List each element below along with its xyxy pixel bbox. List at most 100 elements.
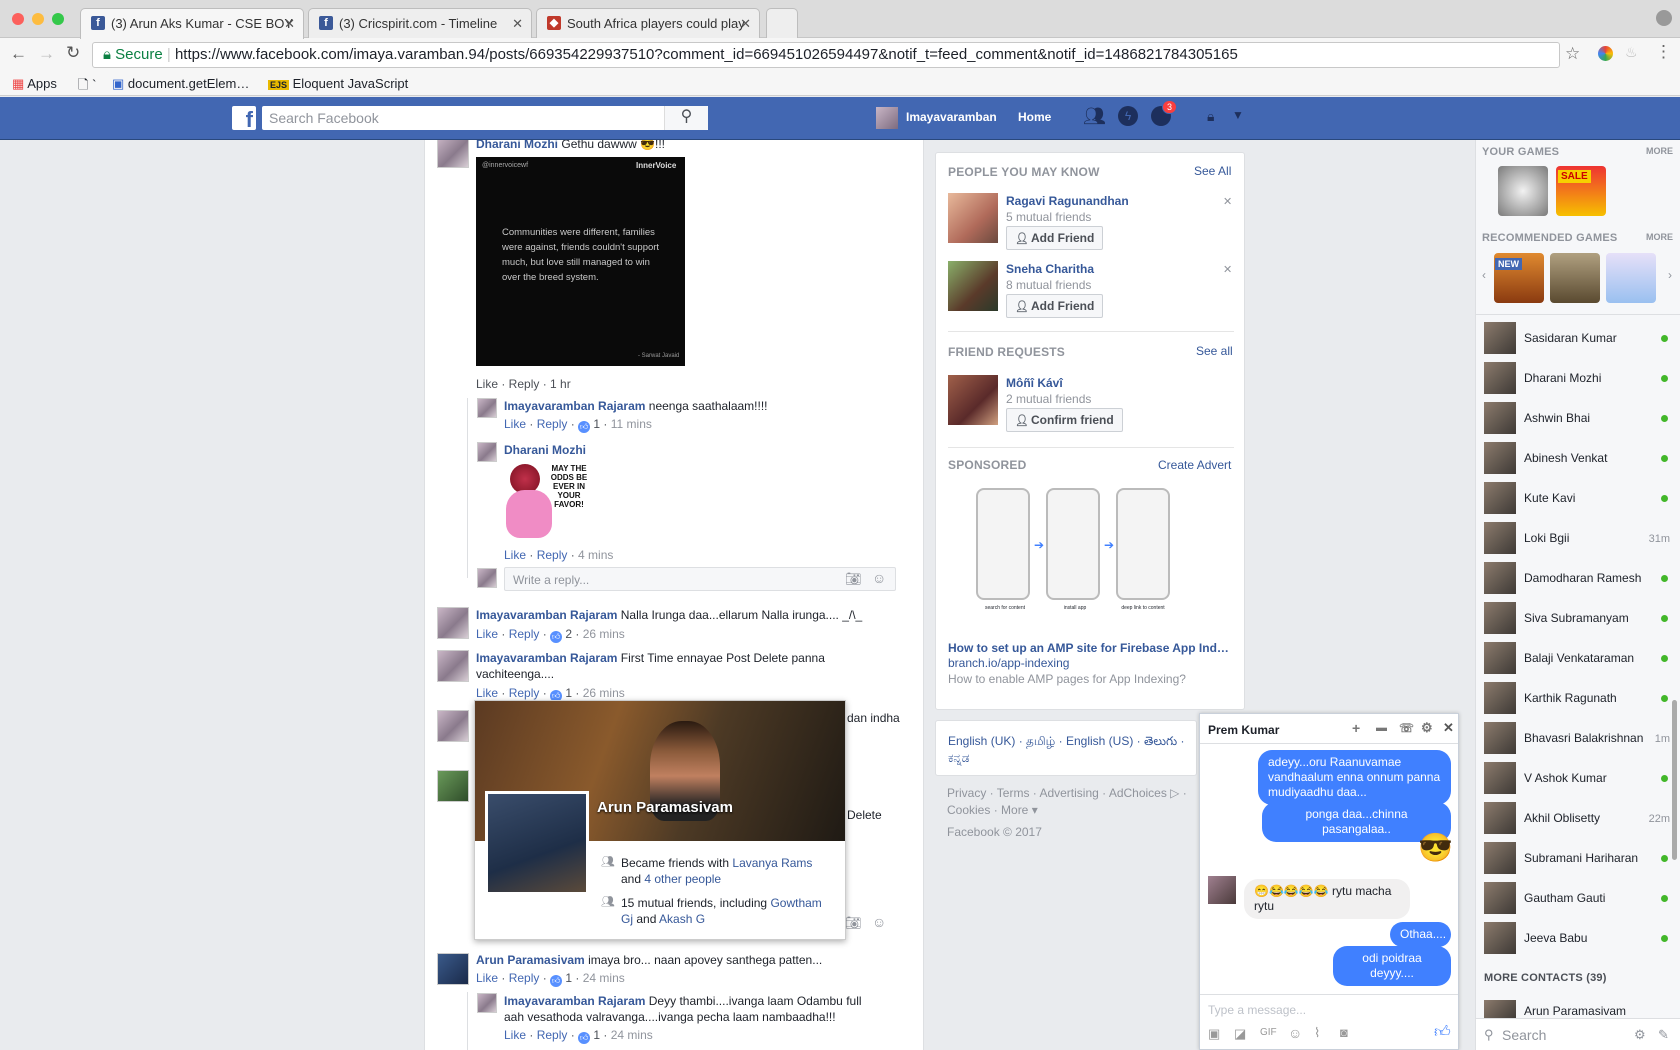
back-icon[interactable]: ← xyxy=(10,44,27,64)
contact-item[interactable]: Damodharan Ramesh xyxy=(1484,562,1674,596)
more-recommended-link[interactable]: MORE xyxy=(1646,232,1673,242)
sponsored-image[interactable]: ➔ ➔ search for content install app deep … xyxy=(948,478,1234,638)
reply-link[interactable]: Reply xyxy=(537,417,568,431)
photo-icon[interactable]: ▣ xyxy=(1208,1026,1220,1042)
pymk-see-all-link[interactable]: See All xyxy=(1194,164,1231,178)
chevron-left-icon[interactable]: ‹ xyxy=(1482,268,1486,282)
minimize-window-button[interactable] xyxy=(32,13,44,25)
avatar[interactable] xyxy=(876,107,898,129)
comment-author[interactable]: Dharani Mozhi xyxy=(504,443,586,457)
comment-author[interactable]: Imayavaramban Rajaram xyxy=(504,994,645,1008)
menu-icon[interactable]: ⋮ xyxy=(1655,42,1672,62)
contact-item[interactable]: Balaji Venkataraman xyxy=(1484,642,1674,676)
contact-item[interactable]: Dharani Mozhi xyxy=(1484,362,1674,396)
attachment-icon[interactable]: ⌇ xyxy=(1314,1025,1320,1041)
bookmark-eloquent-js[interactable]: EJS Eloquent JavaScript xyxy=(268,76,408,91)
comment-author[interactable]: Dharani Mozhi xyxy=(476,140,558,151)
bookmark-apps[interactable]: ▦ Apps xyxy=(12,76,57,92)
profile-picture[interactable] xyxy=(485,791,589,895)
friend-requests-see-all-link[interactable]: See all xyxy=(1196,344,1233,358)
ad-headline[interactable]: How to set up an AMP site for Firebase A… xyxy=(948,641,1229,655)
comment-author[interactable]: Imayavaramban Rajaram xyxy=(504,399,645,413)
camera-icon[interactable]: 📷︎ xyxy=(845,571,862,587)
home-link[interactable]: Home xyxy=(1018,110,1051,124)
more-games-link[interactable]: MORE xyxy=(1646,146,1673,156)
contact-item[interactable]: Gautham Gauti xyxy=(1484,882,1674,916)
gear-icon[interactable]: ⚙ xyxy=(1634,1027,1646,1043)
close-tab-icon[interactable]: ✕ xyxy=(284,16,295,32)
emoji-icon[interactable]: ☺ xyxy=(872,914,886,930)
search-input[interactable]: Search Facebook xyxy=(262,106,708,130)
profile-icon[interactable] xyxy=(1656,10,1672,26)
like-link[interactable]: Like xyxy=(504,1028,526,1042)
like-link[interactable]: Like xyxy=(476,627,498,641)
contact-item[interactable]: Akhil Oblisetty 22m xyxy=(1484,802,1674,836)
sidebar-search-input[interactable]: Search xyxy=(1502,1027,1546,1043)
video-icon[interactable]: ▬ xyxy=(1376,722,1387,734)
reply-link[interactable]: Reply xyxy=(509,971,540,985)
avatar[interactable] xyxy=(948,261,998,311)
extension-icon-2[interactable]: ♨ xyxy=(1625,44,1638,61)
request-name[interactable]: Môñî Kávî xyxy=(1006,376,1063,390)
reply-input[interactable]: Write a reply... xyxy=(504,567,896,591)
add-icon[interactable]: + xyxy=(1352,720,1360,736)
scrollbar[interactable] xyxy=(1672,700,1677,860)
friend-requests-icon[interactable]: 👥︎ xyxy=(1083,106,1106,127)
emoji-icon[interactable]: ☺ xyxy=(1288,1025,1302,1041)
confirm-friend-button[interactable]: 👤︎ Confirm friend xyxy=(1006,408,1123,432)
like-link[interactable]: Like xyxy=(504,417,526,431)
close-icon[interactable]: ✕ xyxy=(1443,720,1454,736)
gif-icon[interactable]: GIF xyxy=(1260,1027,1277,1038)
contact-item[interactable]: Subramani Hariharan xyxy=(1484,842,1674,876)
reply-link[interactable]: Reply xyxy=(509,686,540,700)
contact-item[interactable]: Bhavasri Balakrishnan 1m xyxy=(1484,722,1674,756)
contact-item[interactable]: Jeeva Babu xyxy=(1484,922,1674,956)
contact-item[interactable]: Karthik Ragunath xyxy=(1484,682,1674,716)
avatar[interactable] xyxy=(948,193,998,243)
contact-item[interactable]: V Ashok Kumar xyxy=(1484,762,1674,796)
game-recommended-icon[interactable]: NEW xyxy=(1494,253,1544,303)
avatar[interactable] xyxy=(437,140,469,168)
avatar[interactable] xyxy=(477,442,497,462)
hovercard-name[interactable]: Arun Paramasivam xyxy=(597,799,733,816)
close-window-button[interactable] xyxy=(12,13,24,25)
contact-item[interactable]: Loki Bgii 31m xyxy=(1484,522,1674,556)
emoji-icon[interactable]: ☺ xyxy=(872,570,886,586)
create-advert-link[interactable]: Create Advert xyxy=(1158,458,1231,472)
sticker-icon[interactable]: ◪ xyxy=(1234,1026,1246,1042)
gear-icon[interactable]: ⚙ xyxy=(1421,720,1433,736)
new-message-icon[interactable]: ✎ xyxy=(1658,1027,1669,1043)
contact-item[interactable]: Abinesh Venkat xyxy=(1484,442,1674,476)
camera-icon[interactable]: ◙ xyxy=(1340,1025,1348,1040)
avatar[interactable] xyxy=(437,607,469,639)
reply-link[interactable]: Reply xyxy=(537,548,568,562)
close-tab-icon[interactable]: ✕ xyxy=(512,16,523,32)
extension-icon[interactable] xyxy=(1598,46,1613,61)
contact-item[interactable]: Sasidaran Kumar xyxy=(1484,322,1674,356)
mutual-count[interactable]: 8 mutual friends xyxy=(1006,278,1091,292)
dismiss-icon[interactable]: ✕ xyxy=(1223,263,1232,276)
profile-hovercard[interactable]: Arun Paramasivam 👥︎ Became friends with … xyxy=(474,700,846,940)
messenger-icon[interactable]: ϟ xyxy=(1118,106,1138,126)
chat-title[interactable]: Prem Kumar xyxy=(1208,723,1279,737)
ad-domain[interactable]: branch.io/app-indexing xyxy=(948,656,1069,670)
avatar[interactable] xyxy=(477,993,497,1013)
chevron-right-icon[interactable]: › xyxy=(1668,268,1672,282)
bookmark-star-icon[interactable]: ☆ xyxy=(1565,44,1580,64)
mutual-count[interactable]: 2 mutual friends xyxy=(1006,392,1091,406)
tab-south-africa[interactable]: ◆ South Africa players could play ✕ xyxy=(536,8,760,38)
avatar[interactable] xyxy=(437,770,469,802)
avatar[interactable] xyxy=(477,398,497,418)
tab-cricspirit[interactable]: f (3) Cricspirit.com - Timeline ✕ xyxy=(308,8,532,38)
friend-link[interactable]: Akash G xyxy=(659,912,705,926)
address-bar[interactable]: 🔒︎ Secure | https://www.facebook.com/ima… xyxy=(92,42,1560,68)
like-link[interactable]: Like xyxy=(476,971,498,985)
message-input[interactable]: Type a message... xyxy=(1208,1003,1306,1017)
reload-icon[interactable]: ↻ xyxy=(66,43,80,63)
privacy-shortcuts-icon[interactable]: 🔒︎ xyxy=(1207,108,1214,125)
friend-link[interactable]: Lavanya Rams xyxy=(732,856,812,870)
game-howzat-cricket-icon[interactable] xyxy=(1498,166,1548,216)
account-menu-icon[interactable]: ▼ xyxy=(1232,108,1244,122)
comment-author[interactable]: Arun Paramasivam xyxy=(476,953,585,967)
bookmark-document-getelem[interactable]: ▣ document.getElem… xyxy=(112,76,249,92)
